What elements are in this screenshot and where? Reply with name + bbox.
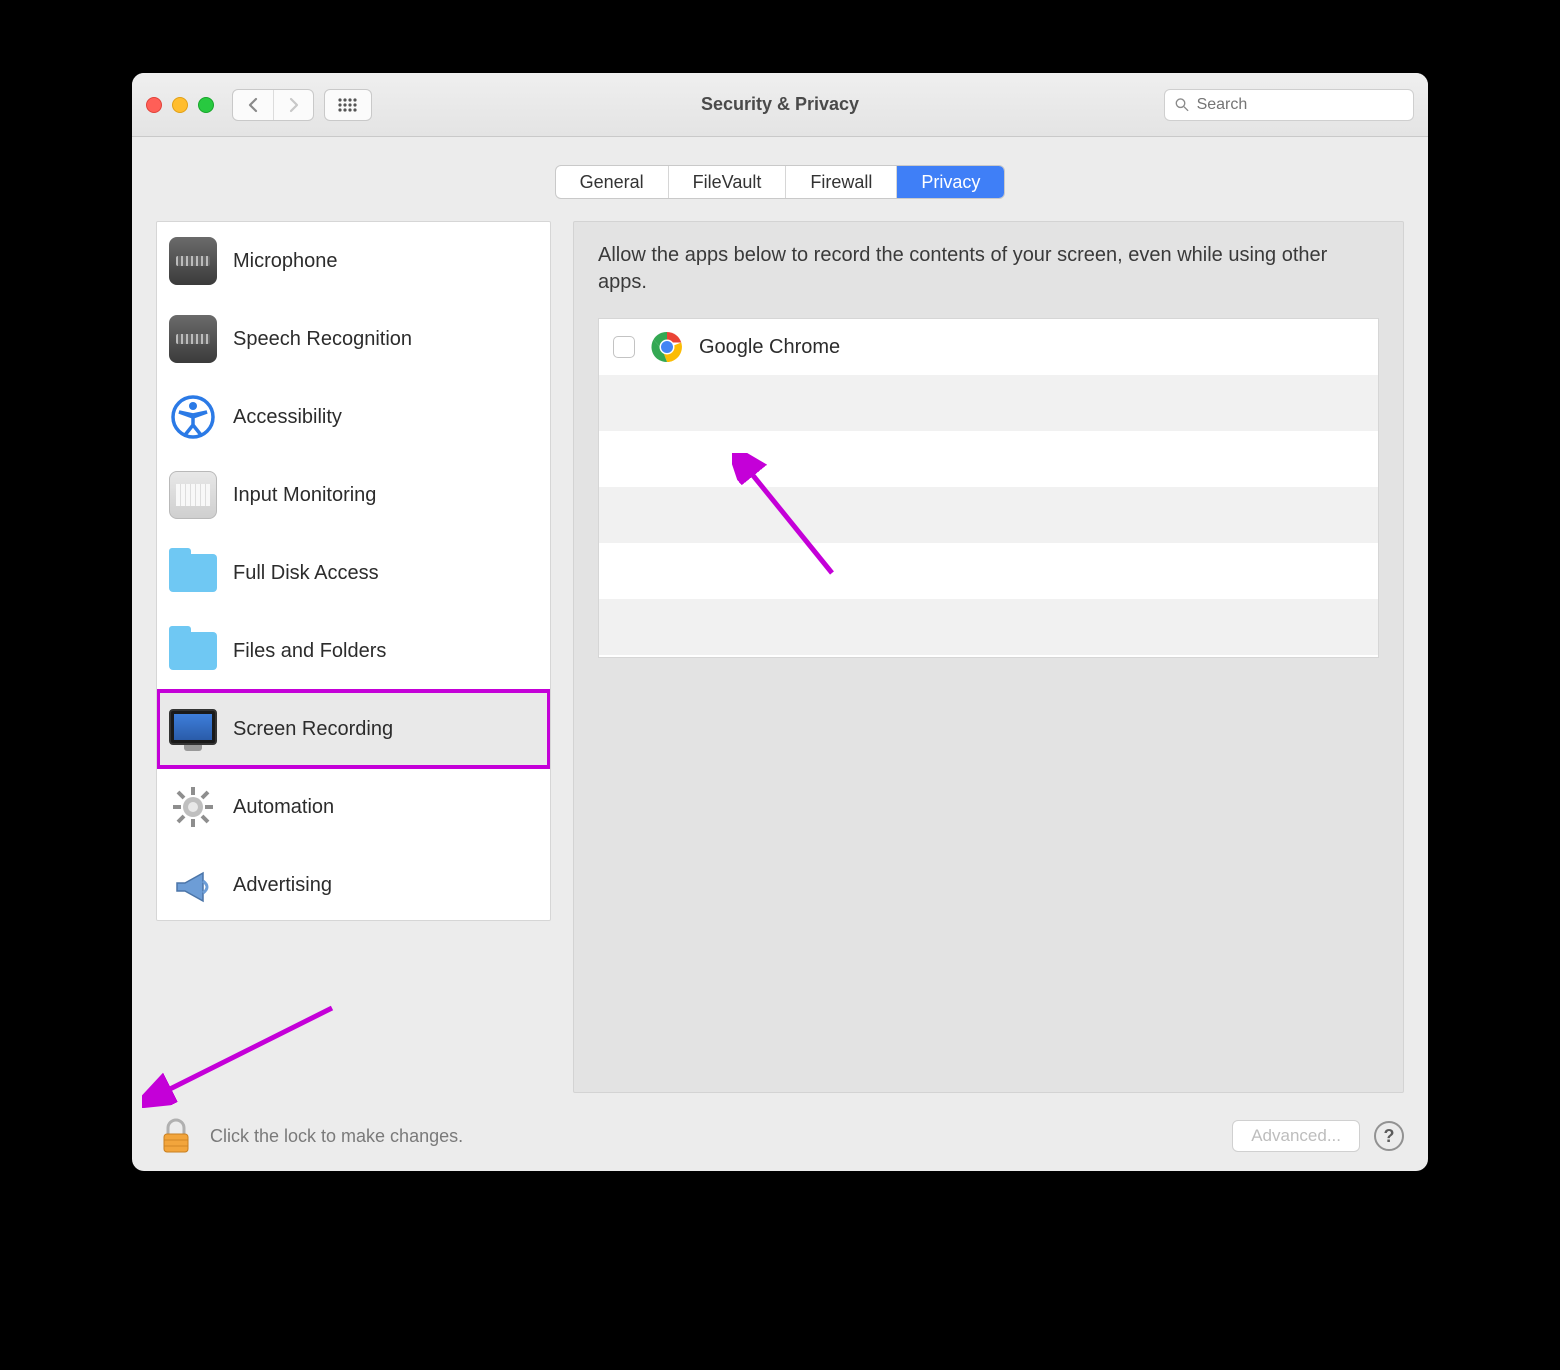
megaphone-icon — [169, 861, 217, 909]
tab-privacy[interactable]: Privacy — [896, 166, 1004, 198]
sidebar-item-label: Automation — [233, 796, 334, 819]
sidebar-item-microphone[interactable]: Microphone — [157, 222, 550, 300]
keyboard-icon — [169, 471, 217, 519]
list-row-blank — [599, 599, 1378, 655]
tab-general[interactable]: General — [556, 166, 668, 198]
sidebar-item-label: Input Monitoring — [233, 484, 376, 507]
sidebar-item-files-and-folders[interactable]: Files and Folders — [157, 612, 550, 690]
sidebar-item-label: Accessibility — [233, 406, 342, 429]
list-row-blank — [599, 431, 1378, 487]
list-row-blank — [599, 543, 1378, 599]
lock-label: Click the lock to make changes. — [210, 1126, 463, 1147]
sidebar-item-full-disk-access[interactable]: Full Disk Access — [157, 534, 550, 612]
content-area: Microphone Speech Recognition Accessibil… — [132, 199, 1428, 1101]
microphone-icon — [169, 315, 217, 363]
show-all-button[interactable] — [324, 89, 372, 121]
traffic-lights — [146, 97, 214, 113]
detail-panel: Allow the apps below to record the conte… — [573, 221, 1404, 1093]
list-row-blank — [599, 487, 1378, 543]
sidebar-item-input-monitoring[interactable]: Input Monitoring — [157, 456, 550, 534]
sidebar-item-label: Files and Folders — [233, 640, 386, 663]
chrome-icon — [649, 329, 685, 365]
sidebar-item-label: Speech Recognition — [233, 328, 412, 351]
search-input[interactable] — [1197, 96, 1403, 114]
search-field[interactable] — [1164, 89, 1414, 121]
sidebar-item-label: Full Disk Access — [233, 562, 379, 585]
list-row-blank — [599, 375, 1378, 431]
tab-row: General FileVault Firewall Privacy — [132, 165, 1428, 199]
close-button[interactable] — [146, 97, 162, 113]
help-button[interactable]: ? — [1374, 1121, 1404, 1151]
sidebar-item-accessibility[interactable]: Accessibility — [157, 378, 550, 456]
sidebar-item-speech-recognition[interactable]: Speech Recognition — [157, 300, 550, 378]
advanced-button[interactable]: Advanced... — [1232, 1120, 1360, 1152]
privacy-category-list[interactable]: Microphone Speech Recognition Accessibil… — [156, 221, 551, 921]
annotation-arrow-icon — [142, 998, 342, 1108]
back-button[interactable] — [233, 90, 273, 120]
tab-segmented-control: General FileVault Firewall Privacy — [555, 165, 1006, 199]
lock-icon[interactable] — [156, 1116, 196, 1156]
minimize-button[interactable] — [172, 97, 188, 113]
app-list: Google Chrome — [598, 318, 1379, 658]
sidebar-item-screen-recording[interactable]: Screen Recording — [157, 690, 550, 768]
annotation-arrow-icon — [732, 453, 852, 583]
tab-filevault[interactable]: FileVault — [668, 166, 786, 198]
folder-icon — [169, 549, 217, 597]
app-name: Google Chrome — [699, 336, 840, 359]
app-checkbox[interactable] — [613, 336, 635, 358]
tab-firewall[interactable]: Firewall — [785, 166, 896, 198]
accessibility-icon — [169, 393, 217, 441]
nav-buttons — [232, 89, 314, 121]
sidebar-item-label: Advertising — [233, 874, 332, 897]
sidebar-item-label: Microphone — [233, 250, 338, 273]
folder-icon — [169, 627, 217, 675]
microphone-icon — [169, 237, 217, 285]
forward-button[interactable] — [273, 90, 313, 120]
maximize-button[interactable] — [198, 97, 214, 113]
sidebar-item-advertising[interactable]: Advertising — [157, 846, 550, 921]
search-icon — [1175, 97, 1189, 112]
titlebar: Security & Privacy — [132, 73, 1428, 137]
preferences-window: Security & Privacy General FileVault Fir… — [132, 73, 1428, 1171]
description-text: Allow the apps below to record the conte… — [598, 242, 1379, 296]
footer: Click the lock to make changes. Advanced… — [132, 1101, 1428, 1171]
screen-icon — [169, 705, 217, 753]
sidebar-item-automation[interactable]: Automation — [157, 768, 550, 846]
app-row-google-chrome[interactable]: Google Chrome — [599, 319, 1378, 375]
gear-icon — [169, 783, 217, 831]
sidebar-item-label: Screen Recording — [233, 718, 393, 741]
